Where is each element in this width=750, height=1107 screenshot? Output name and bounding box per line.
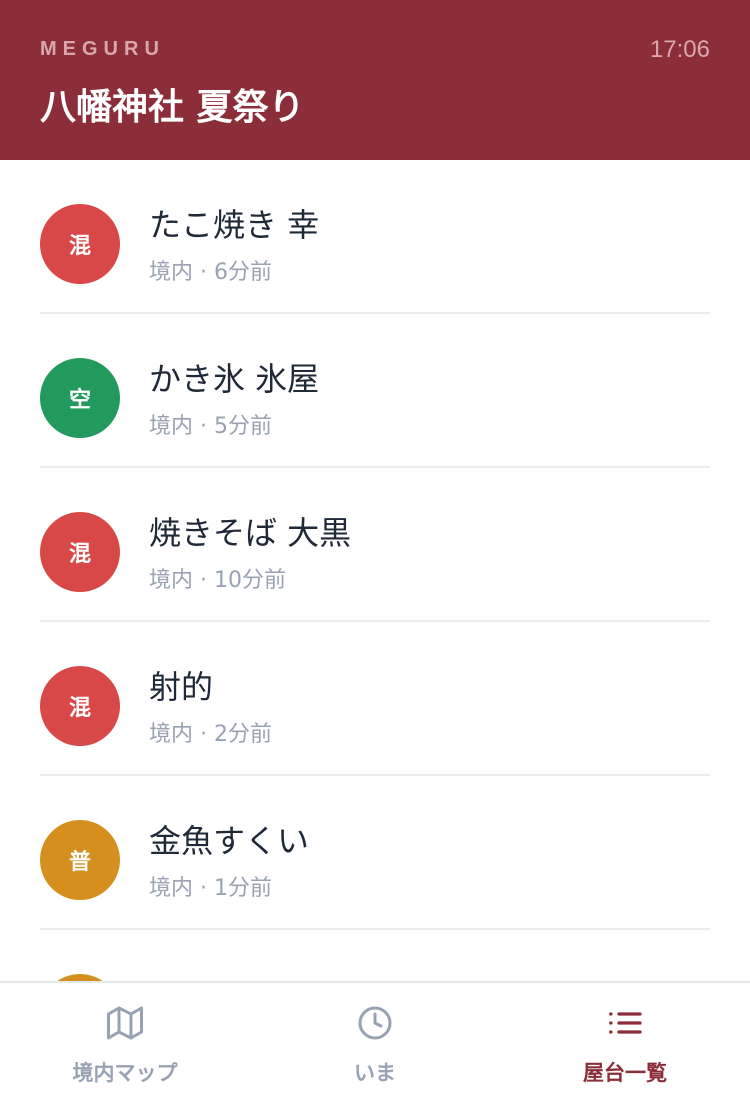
status-badge: 普 (40, 820, 120, 900)
stall-updated: 6分前 (214, 260, 273, 285)
stall-meta: 境内 · 2分前 (149, 716, 272, 748)
stall-name: たこ焼き 幸 (149, 206, 320, 244)
stall-meta: 境内 · 10分前 (149, 562, 286, 594)
stall-updated: 10分前 (214, 568, 287, 593)
list-item-partial[interactable] (40, 930, 710, 981)
status-badge (40, 974, 120, 981)
list-item[interactable]: 混 たこ焼き 幸 境内 · 6分前 (40, 160, 710, 314)
stall-location: 境内 (149, 260, 194, 285)
tab-label: 屋台一覧 (583, 1061, 667, 1085)
stall-location: 境内 (149, 414, 194, 439)
list-icon (609, 1012, 642, 1034)
status-badge: 混 (40, 512, 120, 592)
stall-meta: 境内 · 1分前 (149, 870, 272, 902)
meta-separator: · (200, 568, 208, 593)
meta-separator: · (200, 876, 208, 901)
tab-now[interactable]: いま (250, 983, 500, 1107)
stall-name: かき氷 氷屋 (149, 360, 320, 398)
map-icon (107, 1006, 143, 1040)
stall-updated: 5分前 (214, 414, 273, 439)
meta-separator: · (200, 260, 208, 285)
status-time: 17:06 (649, 36, 710, 63)
list-item[interactable]: 混 焼きそば 大黒 境内 · 10分前 (40, 468, 710, 622)
status-badge: 混 (40, 666, 120, 746)
list-item[interactable]: 混 射的 境内 · 2分前 (40, 622, 710, 776)
tab-map[interactable]: 境内マップ (0, 983, 250, 1107)
tab-label: 境内マップ (72, 1061, 178, 1085)
stall-location: 境内 (149, 568, 194, 593)
tab-label: いま (354, 1061, 396, 1085)
brand-label: MEGURU (40, 38, 165, 60)
stall-name: 金魚すくい (149, 822, 310, 860)
page-title: 八幡神社 夏祭り (40, 87, 305, 128)
stall-meta: 境内 · 6分前 (149, 254, 272, 286)
tab-bar: 境内マップ いま 屋台一覧 (0, 981, 750, 1107)
stall-list[interactable]: 混 たこ焼き 幸 境内 · 6分前 空 かき氷 氷屋 境内 · 5分前 混 焼き… (0, 160, 750, 981)
stall-name: 焼きそば 大黒 (149, 514, 352, 552)
status-badge: 混 (40, 204, 120, 284)
stall-location: 境内 (149, 876, 194, 901)
meta-separator: · (200, 722, 208, 747)
tab-stall-list[interactable]: 屋台一覧 (500, 983, 750, 1107)
stall-name: 射的 (149, 668, 214, 706)
stall-meta: 境内 · 5分前 (149, 408, 272, 440)
meta-separator: · (200, 414, 208, 439)
list-item[interactable]: 空 かき氷 氷屋 境内 · 5分前 (40, 314, 710, 468)
clock-icon (358, 1006, 392, 1040)
list-item[interactable]: 普 金魚すくい 境内 · 1分前 (40, 776, 710, 930)
app-header: MEGURU 17:06 八幡神社 夏祭り (0, 0, 750, 160)
stall-updated: 1分前 (214, 876, 273, 901)
stall-updated: 2分前 (214, 722, 273, 747)
stall-location: 境内 (149, 722, 194, 747)
status-badge: 空 (40, 358, 120, 438)
